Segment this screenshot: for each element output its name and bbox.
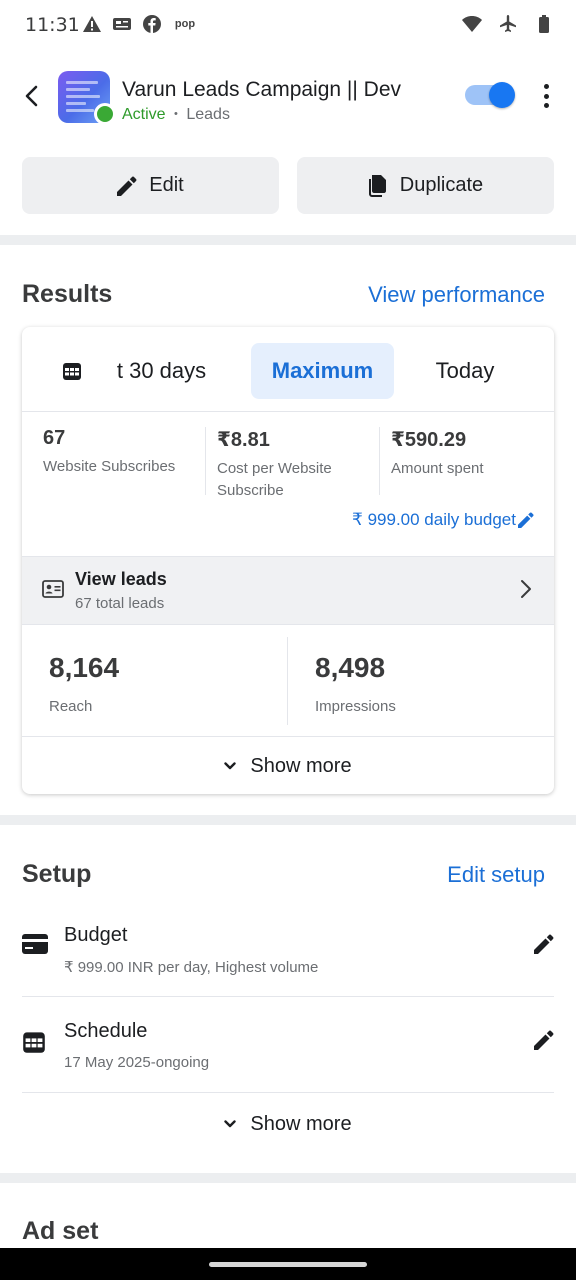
reach-value: 8,164 <box>49 652 120 683</box>
section-divider <box>0 815 576 825</box>
battery-icon <box>534 14 554 34</box>
date-range-tabs: t 30 days Maximum Today <box>22 327 554 412</box>
view-leads-row[interactable]: View leads 67 total leads <box>22 556 554 625</box>
schedule-title: Schedule <box>64 1020 148 1042</box>
credit-card-icon <box>22 934 48 954</box>
edit-pencil-icon[interactable] <box>534 934 554 954</box>
daily-budget-link[interactable]: ₹ 999.00 daily budget <box>352 510 534 530</box>
pencil-icon <box>518 512 534 528</box>
active-status-dot <box>94 103 116 125</box>
reach-stat: 8,164 Reach <box>49 652 119 715</box>
metric-label: Amount spent <box>391 460 484 477</box>
metric-value: 67 <box>43 427 66 449</box>
results-show-more-button[interactable]: Show more <box>22 736 554 794</box>
contact-card-icon <box>42 580 64 598</box>
duplicate-label: Duplicate <box>399 174 484 196</box>
daily-budget-text: ₹ 999.00 daily budget <box>352 510 516 529</box>
back-button[interactable] <box>16 78 46 114</box>
schedule-subtitle: 17 May 2025-ongoing <box>64 1054 210 1071</box>
status-time: 11:31 <box>25 14 80 36</box>
impressions-value: 8,498 <box>315 652 386 683</box>
more-options-button[interactable] <box>534 82 558 110</box>
duplicate-button[interactable]: Duplicate <box>297 157 554 214</box>
tab-last-30-days[interactable]: t 30 days <box>104 343 219 399</box>
tab-maximum[interactable]: Maximum <box>251 343 394 399</box>
results-card: t 30 days Maximum Today 67 Website Subsc… <box>22 327 554 794</box>
status-bar: 11:31 pop <box>0 0 576 52</box>
edit-pencil-icon[interactable] <box>534 1030 554 1050</box>
tab-today[interactable]: Today <box>422 343 508 399</box>
budget-subtitle: ₹ 999.00 INR per day, Highest volume <box>64 959 319 976</box>
metric-label: Website Subscribes <box>43 458 176 475</box>
metric-value: ₹8.81 <box>217 429 270 451</box>
edit-button[interactable]: Edit <box>22 157 279 214</box>
campaign-toggle[interactable] <box>465 82 515 108</box>
news-icon <box>112 14 132 34</box>
chevron-down-icon <box>224 1120 237 1128</box>
results-title: Results <box>22 280 113 308</box>
system-icons <box>462 14 554 34</box>
impressions-stat: 8,498 Impressions <box>315 652 396 715</box>
chevron-down-icon <box>224 762 237 770</box>
edit-setup-link[interactable]: Edit setup <box>447 862 545 888</box>
metric-label: Cost per Website Subscribe <box>217 460 332 499</box>
metric-cost-per-subscribe: ₹8.81 Cost per Website Subscribe <box>217 427 367 502</box>
setup-show-more-button[interactable]: Show more <box>22 1098 554 1150</box>
pop-icon: pop <box>174 18 196 30</box>
impressions-label: Impressions <box>315 698 396 715</box>
pencil-icon <box>117 176 137 196</box>
total-leads-count: 67 total leads <box>75 595 165 612</box>
status-label: Active <box>122 106 166 123</box>
campaign-subtitle: Active • Leads <box>122 106 230 124</box>
show-more-label: Show more <box>250 754 352 777</box>
section-divider <box>0 235 576 245</box>
calendar-icon[interactable] <box>62 361 82 381</box>
metric-amount-spent: ₹590.29 Amount spent <box>391 427 541 480</box>
setup-title: Setup <box>22 860 92 888</box>
subtitle-separator: • <box>174 108 178 120</box>
metric-divider <box>379 427 380 495</box>
view-leads-title: View leads <box>75 569 167 589</box>
chevron-right-icon <box>521 580 531 598</box>
list-divider <box>22 1092 554 1093</box>
campaign-thumbnail <box>58 71 116 125</box>
copy-icon <box>368 174 386 197</box>
campaign-name: Varun Leads Campaign || Dev <box>122 78 402 101</box>
reach-label: Reach <box>49 698 93 715</box>
wifi-icon <box>462 14 482 34</box>
metric-value: ₹590.29 <box>391 429 467 451</box>
notification-icons: pop <box>82 14 198 34</box>
view-performance-link[interactable]: View performance <box>368 282 545 308</box>
calendar-icon <box>23 1032 45 1053</box>
setup-item-schedule[interactable]: Schedule 17 May 2025-ongoing <box>22 996 554 1092</box>
objective-label: Leads <box>186 106 230 123</box>
toggle-knob <box>489 82 515 108</box>
edit-label: Edit <box>149 174 184 196</box>
budget-title: Budget <box>64 924 128 946</box>
back-arrow-icon <box>25 85 38 107</box>
metric-website-subscribes: 67 Website Subscribes <box>43 427 203 478</box>
ad-set-title: Ad set <box>22 1217 99 1245</box>
airplane-icon <box>498 14 518 34</box>
home-gesture-handle[interactable] <box>209 1262 367 1267</box>
show-more-label: Show more <box>250 1112 352 1135</box>
metric-divider <box>205 427 206 495</box>
facebook-icon <box>142 14 162 34</box>
section-divider <box>0 1173 576 1183</box>
warning-icon <box>82 14 102 34</box>
stat-divider <box>287 637 288 725</box>
setup-item-budget[interactable]: Budget ₹ 999.00 INR per day, Highest vol… <box>22 900 554 996</box>
